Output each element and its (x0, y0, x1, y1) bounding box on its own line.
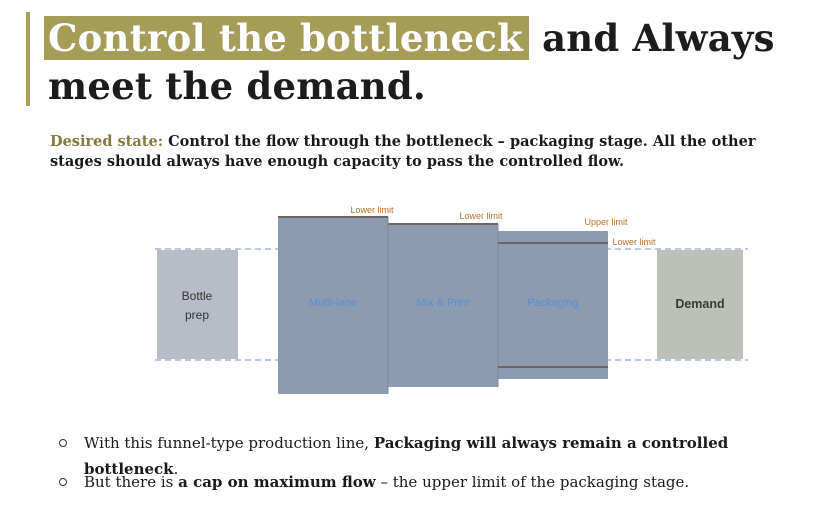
bullet-circle-icon (59, 478, 67, 486)
demand-label: Demand (675, 297, 724, 311)
bullet-circle-icon (59, 439, 67, 447)
mix-print-lower-limit: Lower limit (459, 211, 503, 221)
multi-lane-lower-limit: Lower limit (350, 205, 394, 215)
multi-lane-label: Multi-lane (309, 297, 357, 309)
bullet-1-pre: With this funnel-type production line, (84, 434, 374, 452)
bullet-item: But there is a cap on maximum flow – the… (58, 469, 818, 508)
desired-state-label: Desired state: (50, 133, 164, 150)
mix-print-label: Mix & Print (416, 297, 469, 309)
desired-state: Desired state: Control the flow through … (50, 132, 810, 172)
packaging-label: Packaging (527, 297, 578, 309)
bullet-2-bold: a cap on maximum flow (178, 473, 376, 491)
packaging-upper-limit: Upper limit (584, 217, 628, 227)
title-highlight: Control the bottleneck (44, 16, 529, 60)
slide-title: Control the bottleneck and Always meet t… (44, 14, 808, 110)
bottle-prep-block (157, 250, 238, 359)
bullet-item: With this funnel-type production line, P… (58, 430, 818, 478)
bullet-list: With this funnel-type production line, P… (58, 430, 818, 508)
bullet-2-post: – the upper limit of the packaging stage… (375, 473, 690, 491)
packaging-lower-limit: Lower limit (612, 237, 656, 247)
funnel-diagram: Bottle prep Multi-lane Lower limit Mix &… (155, 205, 748, 394)
bottle-prep-label-2: prep (185, 308, 209, 322)
bullet-2-pre: But there is (84, 473, 179, 491)
accent-bar (26, 12, 30, 106)
bottle-prep-label-1: Bottle (182, 289, 213, 303)
